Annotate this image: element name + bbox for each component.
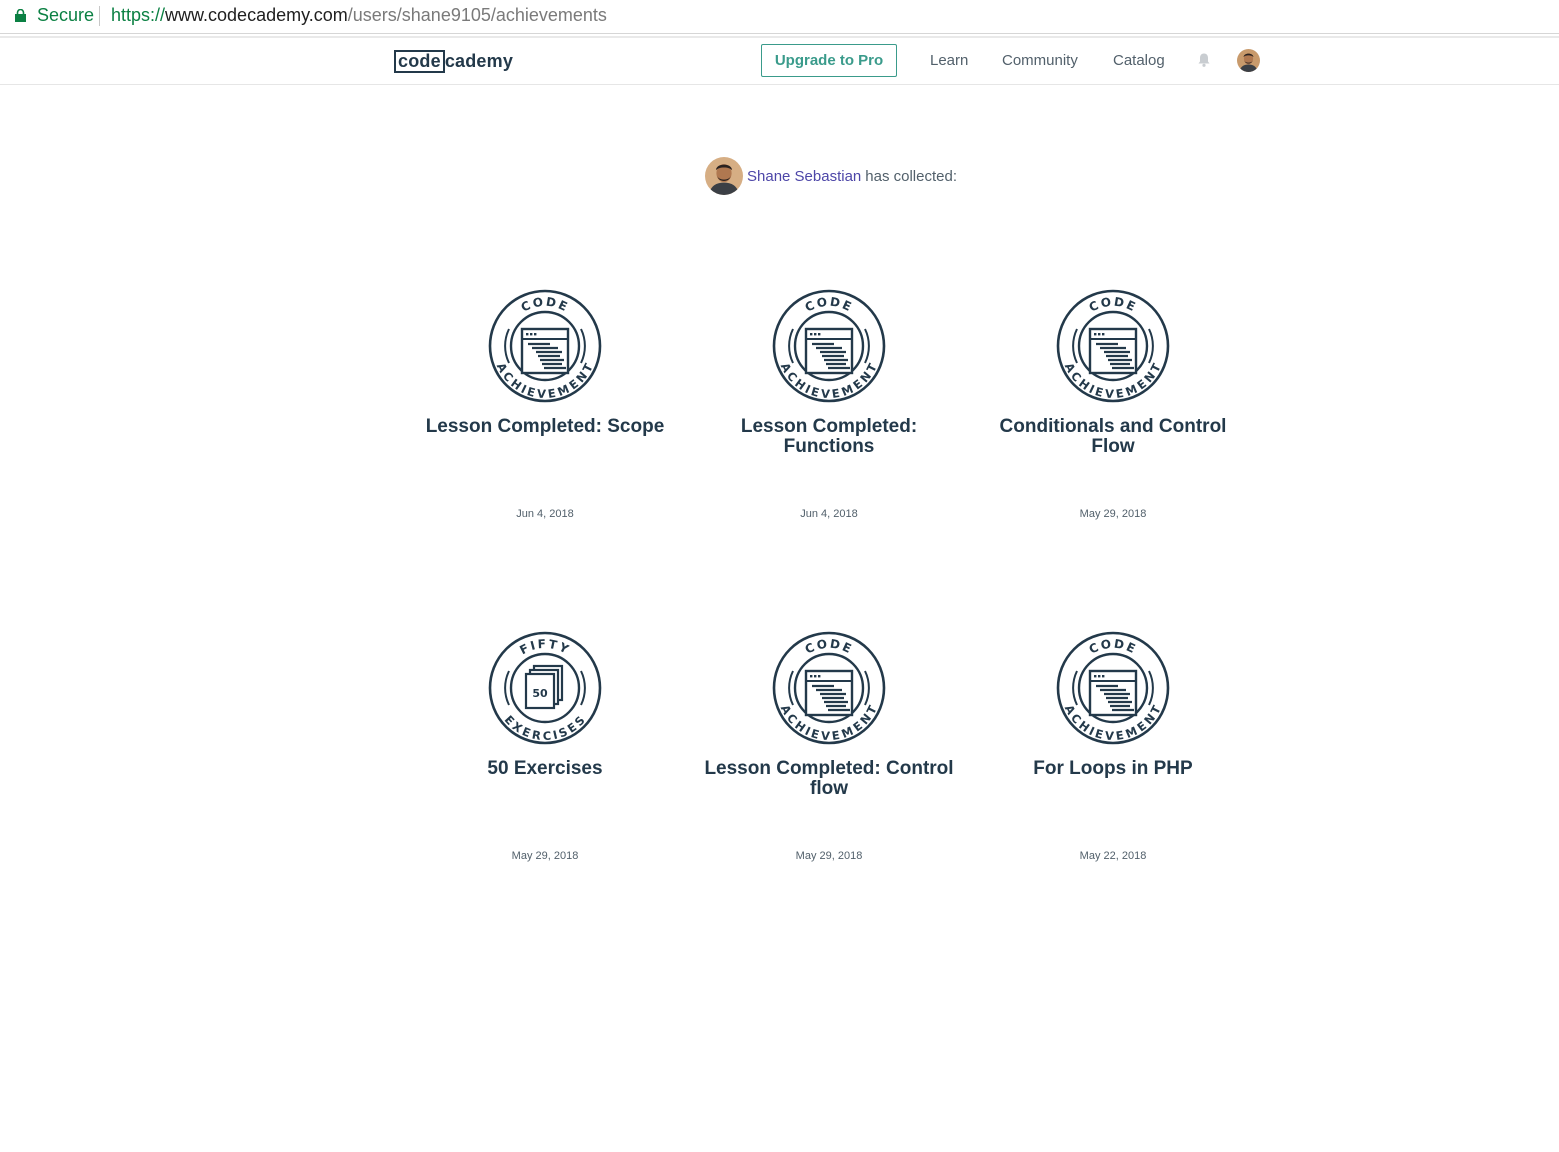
achievement-title: 50 Exercises <box>487 758 603 779</box>
url-path: /users/shane9105/achievements <box>347 5 607 25</box>
achievement-badge: CODEACHIEVEMENT <box>772 289 886 403</box>
code-window-icon <box>1088 327 1138 375</box>
secure-label: Secure <box>37 5 95 25</box>
achievement-card: CODE ACHIEVEMENT For Loops in PHP May 22,… <box>971 631 1255 862</box>
achievement-badge: FIFTYEXERCISES50 <box>488 631 602 745</box>
achievement-date: May 29, 2018 <box>511 850 579 862</box>
code-window-icon <box>520 327 570 375</box>
nav-catalog[interactable]: Catalog <box>1113 52 1165 69</box>
achievement-date: Jun 4, 2018 <box>516 508 574 520</box>
user-profile-link[interactable]: Shane Sebastian <box>747 168 861 185</box>
user-avatar[interactable] <box>705 157 743 195</box>
achievement-card: CODE ACHIEVEMENT Lesson Completed: Functi… <box>687 289 971 520</box>
collected-label: has collected: <box>865 167 957 185</box>
achievement-title: For Loops in PHP <box>1033 758 1193 779</box>
lock-icon <box>15 9 26 22</box>
svg-text:50: 50 <box>532 687 548 700</box>
achievement-title: Lesson Completed: Control flow <box>704 758 954 799</box>
stacked-pages-icon: 50 <box>524 664 564 710</box>
address-divider <box>99 6 100 26</box>
achievement-badge-icon: CODE ACHIEVEMENT <box>687 631 971 745</box>
achievement-title: Conditionals and Control Flow <box>999 416 1227 457</box>
code-window-icon <box>1088 669 1138 717</box>
achievement-badge: CODEACHIEVEMENT <box>488 289 602 403</box>
achievement-card: FIFTY EXERCISES 50 50 Exercises May 29, 20… <box>403 631 687 862</box>
code-window-icon <box>804 669 854 717</box>
logo-boxed-text: code <box>394 50 445 73</box>
nav-learn[interactable]: Learn <box>930 52 968 69</box>
bell-icon[interactable] <box>1196 52 1212 68</box>
achievement-badge-icon: CODE ACHIEVEMENT <box>403 289 687 403</box>
achievement-title: Lesson Completed: Scope <box>425 416 665 437</box>
codecademy-logo[interactable]: code cademy <box>394 50 513 73</box>
site-header: code cademy Upgrade to Pro Learn Communit… <box>0 38 1559 85</box>
url-host: www.codecademy.com <box>165 5 348 25</box>
achievement-date: Jun 4, 2018 <box>800 508 858 520</box>
upgrade-to-pro-button[interactable]: Upgrade to Pro <box>761 44 897 77</box>
achievement-badge-icon: FIFTY EXERCISES 50 <box>403 631 687 745</box>
logo-rest-text: cademy <box>444 51 514 71</box>
nav-community[interactable]: Community <box>1002 52 1078 69</box>
browser-address-bar[interactable]: Secure https://www.codecademy.com/users/… <box>0 0 1559 34</box>
achievement-badge-icon: CODE ACHIEVEMENT <box>971 289 1255 403</box>
achievement-badge-icon: CODE ACHIEVEMENT <box>971 631 1255 745</box>
achievement-badge: CODEACHIEVEMENT <box>772 631 886 745</box>
avatar[interactable] <box>1237 49 1260 72</box>
achievement-card: CODE ACHIEVEMENT Conditionals and Control… <box>971 289 1255 520</box>
achievement-badge: CODEACHIEVEMENT <box>1056 631 1170 745</box>
achievement-date: May 22, 2018 <box>1079 850 1147 862</box>
badge-bottom-text: EXERCISES <box>502 713 589 744</box>
achievement-date: May 29, 2018 <box>795 850 863 862</box>
collector-line: Shane Sebastian has collected: <box>705 156 957 196</box>
code-window-icon <box>804 327 854 375</box>
achievement-badge: CODEACHIEVEMENT <box>1056 289 1170 403</box>
achievement-badge-icon: CODE ACHIEVEMENT <box>687 289 971 403</box>
achievement-card: CODE ACHIEVEMENT Lesson Completed: Scope … <box>403 289 687 520</box>
achievement-title: Lesson Completed: Functions <box>740 416 918 457</box>
achievement-date: May 29, 2018 <box>1079 508 1147 520</box>
achievement-card: CODE ACHIEVEMENT Lesson Completed: Contro… <box>687 631 971 862</box>
url-scheme: https:// <box>111 5 166 25</box>
url-text[interactable]: https://www.codecademy.com/users/shane91… <box>111 5 607 26</box>
